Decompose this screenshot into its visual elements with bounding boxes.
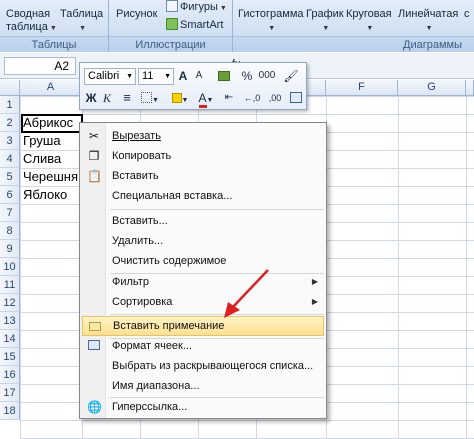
annotation-arrow-icon (224, 269, 269, 318)
